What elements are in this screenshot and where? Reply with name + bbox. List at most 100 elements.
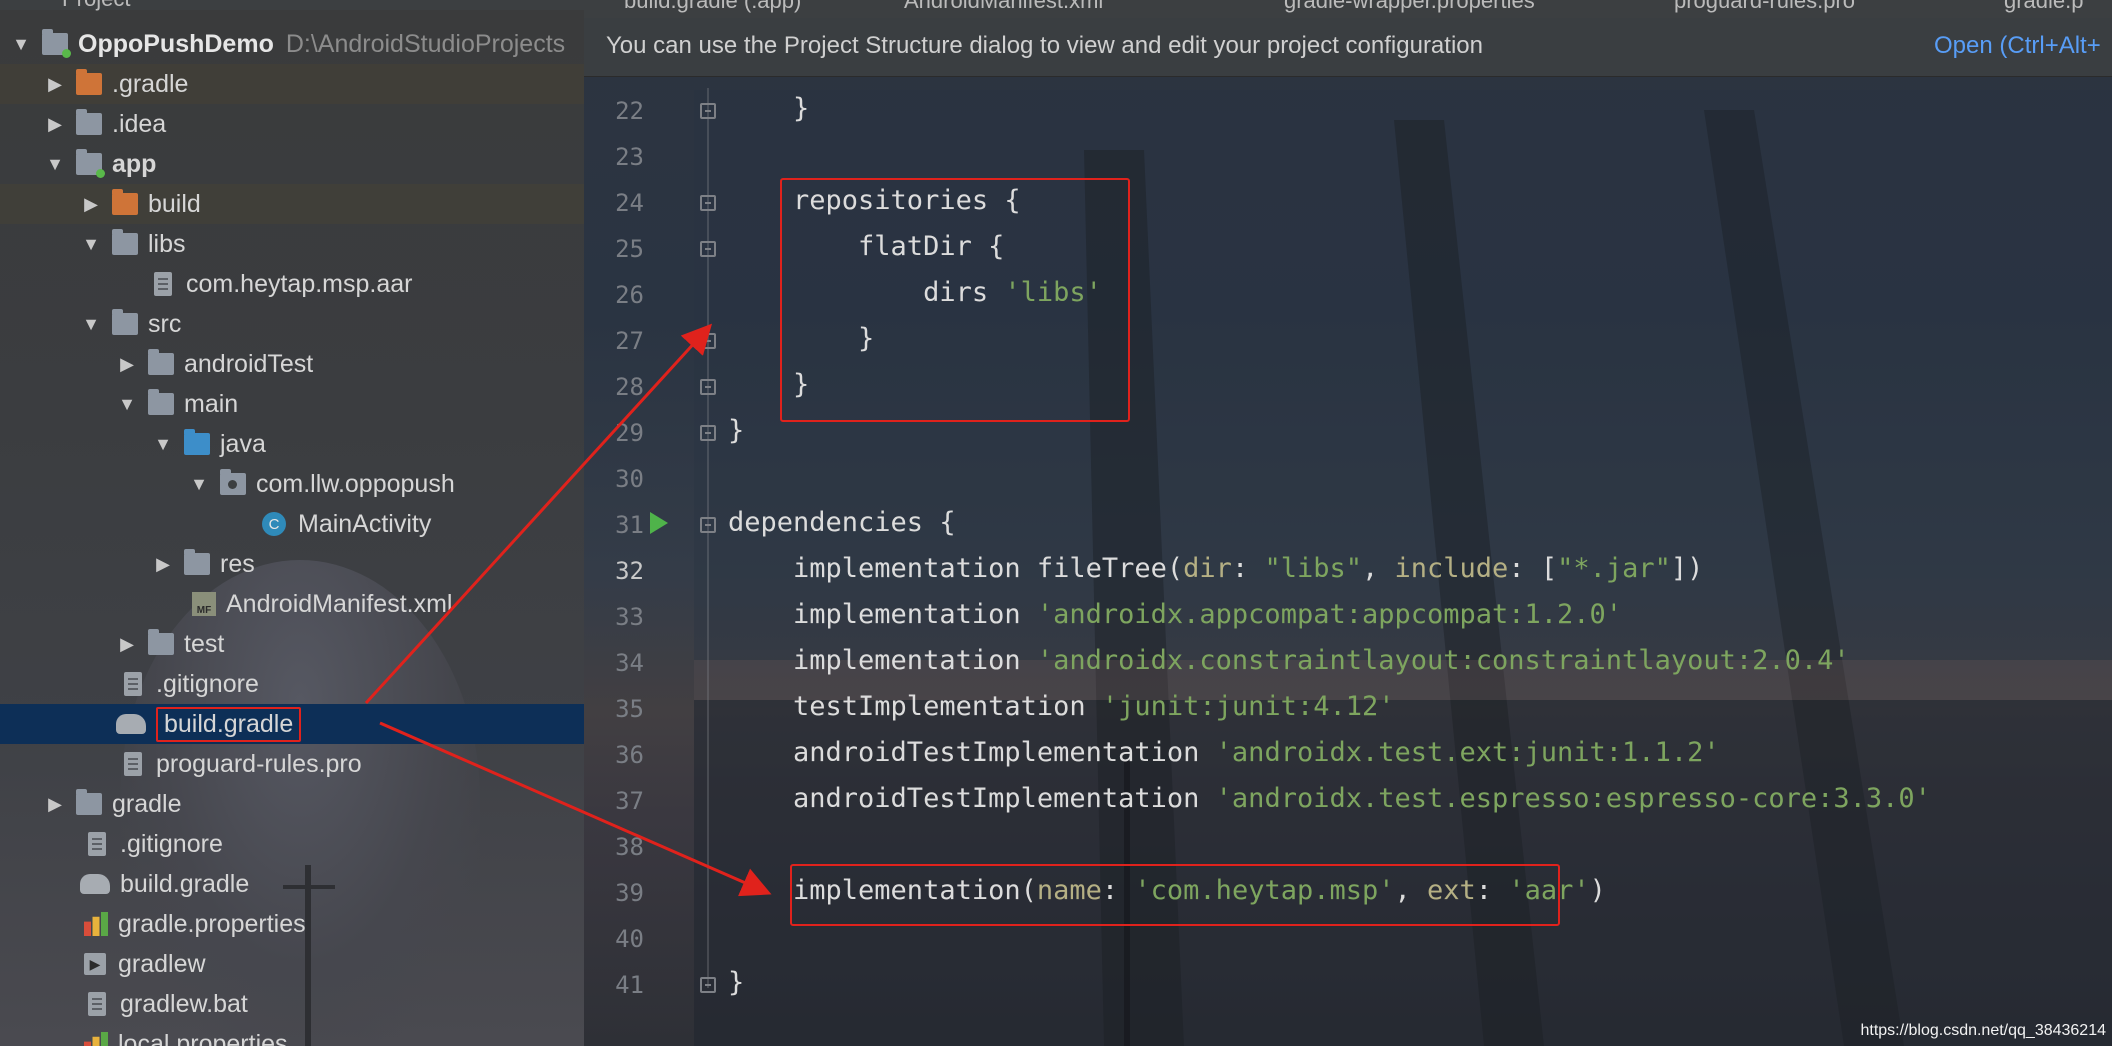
tree-root-oppopushdemo[interactable]: ▼ OppoPushDemo D:\AndroidStudioProjects (0, 24, 584, 64)
tree-item-label: proguard-rules.pro (156, 749, 362, 778)
expand-arrow-icon[interactable]: ▼ (10, 34, 32, 55)
tree-item-root-build-gradle[interactable]: build.gradle (0, 864, 584, 904)
tree-item-res[interactable]: ▶ res (0, 544, 584, 584)
tree-item-app[interactable]: ▼ app (0, 144, 584, 184)
collapse-arrow-icon[interactable]: ▶ (44, 74, 66, 95)
tree-item-manifest[interactable]: MF AndroidManifest.xml (0, 584, 584, 624)
tree-item-main[interactable]: ▼ main (0, 384, 584, 424)
line-number: 34 (615, 649, 644, 677)
tab-proguard-rules[interactable]: proguard-rules.pro (1674, 0, 1855, 14)
tab-build-gradle-app[interactable]: build.gradle (:app) (624, 0, 801, 18)
tree-item-proguard[interactable]: proguard-rules.pro (0, 744, 584, 784)
line-number: 36 (615, 741, 644, 769)
code-line-33: implementation 'androidx.appcompat:appco… (728, 599, 1623, 630)
tree-item-test[interactable]: ▶ test (0, 624, 584, 664)
collapse-arrow-icon[interactable]: ▶ (44, 114, 66, 135)
tree-item-app-build-gradle[interactable]: build.gradle (0, 704, 584, 744)
expand-arrow-icon[interactable]: ▼ (44, 154, 66, 175)
tree-item-label: gradlew (118, 949, 206, 978)
tree-item-label: .idea (112, 109, 167, 138)
line-number: 27 (615, 327, 644, 355)
tree-item-label: gradle.properties (118, 909, 306, 938)
tree-item-label: local.properties (118, 1029, 288, 1046)
ignore-file-icon (88, 832, 106, 856)
collapse-arrow-icon[interactable]: ▶ (116, 354, 138, 375)
open-project-structure-link[interactable]: Open (Ctrl+Alt+ (1934, 32, 2101, 60)
excluded-folder-icon (112, 189, 138, 215)
properties-file-icon (84, 1032, 108, 1046)
tree-item-label: androidTest (184, 349, 314, 378)
tree-item-label: com.llw.oppopush (256, 469, 455, 498)
tree-item-idea[interactable]: ▶ .idea (0, 104, 584, 144)
tree-item-gradle-properties[interactable]: gradle.properties (0, 904, 584, 944)
tree-item-label: .gradle (112, 69, 189, 98)
fold-marker-icon[interactable] (700, 103, 716, 119)
line-number: 31 (615, 511, 644, 539)
line-number: 26 (615, 281, 644, 309)
tree-item-gradlew[interactable]: ▶ gradlew (0, 944, 584, 984)
collapse-arrow-icon[interactable]: ▶ (44, 794, 66, 815)
tree-item-mainactivity[interactable]: C MainActivity (0, 504, 584, 544)
fold-marker-icon[interactable] (700, 241, 716, 257)
tree-item-libs[interactable]: ▼ libs (0, 224, 584, 264)
tree-item-label: AndroidManifest.xml (226, 589, 453, 618)
fold-marker-icon[interactable] (700, 425, 716, 441)
tree-item-gradle-folder[interactable]: ▶ gradle (0, 784, 584, 824)
folder-icon (76, 789, 102, 815)
tree-item-label: com.heytap.msp.aar (186, 269, 413, 298)
fold-marker-icon[interactable] (700, 379, 716, 395)
tree-item-label: gradlew.bat (120, 989, 248, 1018)
expand-arrow-icon[interactable]: ▼ (188, 474, 210, 495)
text-file-icon (88, 992, 106, 1016)
code-line-31: dependencies { (728, 507, 956, 538)
repositories-highlight-box (780, 178, 1130, 422)
tree-item-src[interactable]: ▼ src (0, 304, 584, 344)
tree-item-label: java (220, 429, 266, 458)
collapse-arrow-icon[interactable]: ▶ (116, 634, 138, 655)
project-structure-notification: You can use the Project Structure dialog… (584, 18, 2112, 77)
tree-item-app-gitignore[interactable]: .gitignore (0, 664, 584, 704)
line-number: 38 (615, 833, 644, 861)
dependency-highlight-box (790, 864, 1560, 926)
tree-item-gradlew-bat[interactable]: gradlew.bat (0, 984, 584, 1024)
tab-gradle-properties[interactable]: gradle.p (2004, 0, 2084, 14)
expand-arrow-icon[interactable]: ▼ (152, 434, 174, 455)
collapse-arrow-icon[interactable]: ▶ (152, 554, 174, 575)
project-panel-title: Project (62, 0, 130, 12)
tree-item-androidtest[interactable]: ▶ androidTest (0, 344, 584, 384)
tab-android-manifest[interactable]: AndroidManifest.xml (904, 0, 1103, 14)
tree-item-build[interactable]: ▶ build (0, 184, 584, 224)
expand-arrow-icon[interactable]: ▼ (80, 314, 102, 335)
tab-gradle-wrapper-properties[interactable]: gradle-wrapper.properties (1284, 0, 1535, 14)
expand-arrow-icon[interactable]: ▼ (80, 234, 102, 255)
line-number: 22 (615, 97, 644, 125)
folder-icon (148, 389, 174, 415)
tree-item-java[interactable]: ▼ java (0, 424, 584, 464)
run-gutter-icon[interactable] (650, 512, 668, 534)
tree-item-label: build (148, 189, 201, 218)
tree-item-package[interactable]: ▼ com.llw.oppopush (0, 464, 584, 504)
project-tree: ▼ OppoPushDemo D:\AndroidStudioProjects … (0, 24, 584, 1046)
expand-arrow-icon[interactable]: ▼ (116, 394, 138, 415)
fold-marker-icon[interactable] (700, 977, 716, 993)
folder-icon (148, 349, 174, 375)
line-number: 37 (615, 787, 644, 815)
fold-marker-icon[interactable] (700, 517, 716, 533)
code-line-37: androidTestImplementation 'androidx.test… (728, 783, 1931, 814)
tree-item-label: test (184, 629, 225, 658)
tree-item-local-properties[interactable]: local.properties (0, 1024, 584, 1046)
fold-marker-icon[interactable] (700, 333, 716, 349)
fold-marker-icon[interactable] (700, 195, 716, 211)
shell-script-icon: ▶ (84, 953, 106, 975)
editor-tab-bar: build.gradle (:app) AndroidManifest.xml … (584, 0, 2112, 18)
code-line-35: testImplementation 'junit:junit:4.12' (728, 691, 1395, 722)
tree-item-root-gitignore[interactable]: .gitignore (0, 824, 584, 864)
code-editor[interactable]: build.gradle (:app) AndroidManifest.xml … (584, 0, 2112, 1046)
collapse-arrow-icon[interactable]: ▶ (80, 194, 102, 215)
folder-icon (112, 229, 138, 255)
tree-item-label: .gitignore (120, 829, 223, 858)
current-line-number: 32 (615, 557, 644, 585)
tree-item-gradle-dir[interactable]: ▶ .gradle (0, 64, 584, 104)
tree-item-aar-file[interactable]: com.heytap.msp.aar (0, 264, 584, 304)
code-line-29: } (728, 415, 745, 446)
